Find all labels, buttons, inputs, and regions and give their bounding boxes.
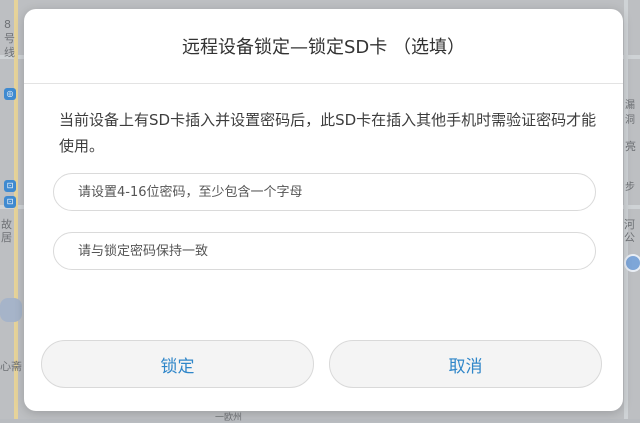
confirm-password-field (53, 232, 596, 270)
title-divider (24, 83, 623, 84)
map-label-bottom: 一欧州 (215, 413, 243, 423)
password-input[interactable] (54, 174, 595, 210)
confirm-password-input[interactable] (54, 233, 595, 269)
map-label-liang: 亮 (625, 140, 636, 153)
dialog-title: 远程设备锁定—锁定SD卡 （选填） (181, 37, 465, 58)
cancel-button[interactable]: 取消 (329, 340, 602, 388)
dialog-description: 当前设备上有SD卡插入并设置密码后，此SD卡在插入其他手机时需验证密码才能使用。 (59, 111, 597, 155)
metro-icon: ⊡ (4, 180, 16, 192)
metro-icon: ⊡ (4, 196, 16, 208)
map-label-bu: 步 (625, 182, 635, 193)
password-field (53, 173, 596, 211)
map-pin-icon (624, 254, 640, 272)
map-label-hegong: 河公 (624, 218, 635, 244)
metro-icon: ◎ (4, 88, 16, 100)
map-label-loudong: 漏洞 (625, 100, 635, 126)
lock-button[interactable]: 锁定 (41, 340, 314, 388)
map-label-xinzhai: 心斋 (0, 360, 22, 373)
map-label-line8: 8号线 (4, 18, 15, 59)
lock-sd-card-dialog: 远程设备锁定—锁定SD卡 （选填） 当前设备上有SD卡插入并设置密码后，此SD卡… (24, 9, 623, 411)
lake-shape (0, 298, 22, 322)
map-label-guju: 故居 (1, 218, 12, 244)
